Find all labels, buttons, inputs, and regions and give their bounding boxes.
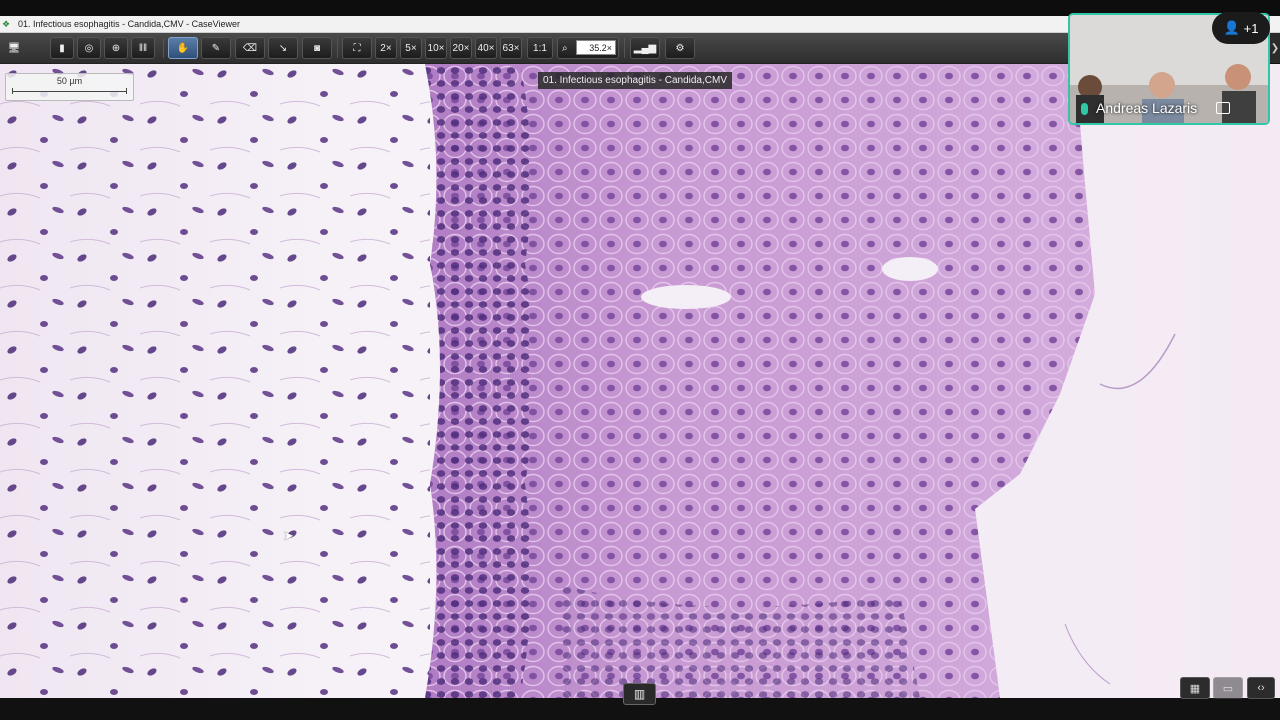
scale-bar: 50 µm [5,73,134,101]
participants-count: +1 [1243,20,1259,36]
grid-view-icon[interactable]: ▦ [1180,677,1210,699]
zoom-value-input[interactable]: 35.2× [576,40,616,55]
settings-icon[interactable]: ⚙ [665,37,695,59]
person-icon: 👤 [1223,20,1240,35]
slide-name-label: 01. Infectious esophagitis - Candida,CMV [538,72,732,89]
slide-viewer[interactable] [0,64,1280,698]
barcode-icon[interactable]: ‖‖ [131,37,155,59]
zoom-1to1-button[interactable]: 1:1 [527,37,553,59]
scale-bar-line [12,88,127,94]
toolbar-divider [337,38,338,58]
window-title: 01. Infectious esophagitis - Candida,CMV… [18,19,240,29]
zoom-20x-button[interactable]: 20× [450,37,472,59]
participant-name: Andreas Lazaris [1096,100,1198,116]
measure-icon[interactable]: ↘ [268,37,298,59]
search-zoom-icon: ⌕ [562,42,568,54]
pan-hand-icon[interactable]: ✋ [168,37,198,59]
toolbar-divider [624,38,625,58]
zoom-2x-button[interactable]: 2× [375,37,397,59]
compass-icon[interactable]: ◎ [77,37,101,59]
zoom-10x-button[interactable]: 10× [425,37,447,59]
eraser-icon[interactable]: ⌫ [235,37,265,59]
fit-screen-icon[interactable]: ⛶ [342,37,372,59]
split-view-icon[interactable]: ▭ [1213,677,1243,699]
scale-bar-label: 50 µm [56,76,83,86]
toolbar-divider [163,38,164,58]
microphone-icon [1081,103,1088,115]
camera-icon[interactable]: ◙ [302,37,332,59]
pen-annotation-icon[interactable]: ✎ [201,37,231,59]
magnifier-icon[interactable]: ⊕ [104,37,128,59]
viewer-toolbar: 🖥 ▮ ◎ ⊕ ‖‖ ✋ ✎ ⌫ ↘ ◙ ⛶ 2× 5× 10× 20× 40×… [0,33,1068,64]
toolbar-scroll-right-icon[interactable]: ❯ [1270,33,1280,63]
participants-count-badge[interactable]: 👤 +1 [1212,12,1270,44]
zoom-40x-button[interactable]: 40× [475,37,497,59]
bar-chart-icon[interactable]: ▂▄▆ [630,37,660,59]
histology-image [0,64,1280,698]
monitor-icon[interactable]: 🖥 [2,37,26,59]
mouse-cursor-icon: ➤ [283,528,294,543]
screen-share-icon[interactable] [1216,102,1230,114]
prev-next-slide-icon[interactable]: ‹› [1247,677,1275,699]
caseviewer-logo-icon: ❖ [2,19,11,29]
slide-tray-icon[interactable]: ▥ [623,683,656,705]
zoom-63x-button[interactable]: 63× [500,37,522,59]
zoom-5x-button[interactable]: 5× [400,37,422,59]
slide-icon[interactable]: ▮ [50,37,74,59]
